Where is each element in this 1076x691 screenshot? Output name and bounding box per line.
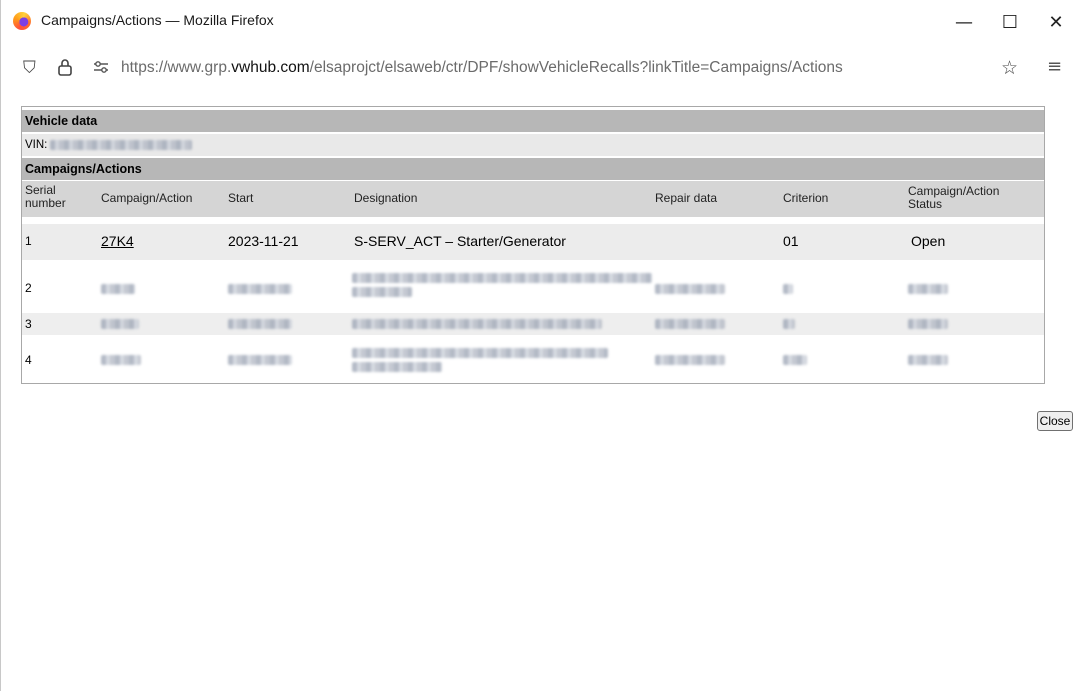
redacted-designation-2 <box>352 362 442 372</box>
url-prefix: https://www.grp. <box>121 59 232 76</box>
permissions-icon-svg <box>94 61 108 73</box>
permissions-icon[interactable] <box>93 60 109 78</box>
row-start: 2023-11-21 <box>228 233 299 249</box>
redacted-campaign <box>101 355 141 365</box>
table-row: 2 <box>22 265 1044 311</box>
vin-value-redacted <box>50 140 192 150</box>
row-serial: 1 <box>25 234 32 248</box>
col-campaign-action: Campaign/Action <box>101 191 193 205</box>
redacted-repair-data <box>655 319 725 329</box>
row-criterion: 01 <box>783 233 799 249</box>
redacted-designation-2 <box>352 287 412 297</box>
redacted-campaign <box>101 284 135 294</box>
url-domain: vwhub.com <box>231 59 310 76</box>
close-window-button[interactable]: ✕ <box>1033 8 1076 36</box>
redacted-start <box>228 319 292 329</box>
table-row: 1 27K4 2023-11-21 S-SERV_ACT – Starter/G… <box>22 224 1044 260</box>
col-serial-number: Serial number <box>25 183 66 210</box>
lock-icon[interactable] <box>57 58 73 81</box>
table-row: 4 <box>22 339 1044 379</box>
col-repair-data: Repair data <box>655 191 718 205</box>
vin-label: VIN: <box>25 139 48 151</box>
window-title-bar: Campaigns/Actions — Mozilla Firefox — ☐ … <box>1 0 1076 42</box>
redacted-designation <box>352 348 608 358</box>
redacted-start <box>228 284 292 294</box>
row-serial: 3 <box>25 317 32 331</box>
campaigns-header: Campaigns/Actions <box>22 158 1044 180</box>
redacted-campaign <box>101 319 139 329</box>
redacted-criterion <box>783 319 795 329</box>
redacted-criterion <box>783 355 807 365</box>
redacted-start <box>228 355 292 365</box>
close-button[interactable]: Close <box>1037 411 1073 431</box>
campaign-link-27k4[interactable]: 27K4 <box>101 233 134 249</box>
row-status: Open <box>911 233 946 249</box>
redacted-repair-data <box>655 284 725 294</box>
url-text[interactable]: https://www.grp.vwhub.com/elsaprojct/els… <box>121 59 843 77</box>
redacted-status <box>908 355 948 365</box>
bookmark-star-icon[interactable]: ☆ <box>1001 57 1018 79</box>
col-start: Start <box>228 191 254 205</box>
lock-icon-svg <box>58 59 72 76</box>
col-status: Campaign/Action Status <box>908 184 1000 211</box>
vin-row: VIN: <box>22 134 1044 156</box>
firefox-logo-icon <box>13 12 31 30</box>
redacted-status <box>908 284 948 294</box>
row-serial: 2 <box>25 281 32 295</box>
minimize-button[interactable]: — <box>941 8 987 36</box>
menu-icon[interactable]: ≡ <box>1047 56 1062 77</box>
table-header: Serial number Campaign/Action Start Desi… <box>22 181 1044 217</box>
redacted-criterion <box>783 284 793 294</box>
window-title: Campaigns/Actions — Mozilla Firefox <box>41 12 274 28</box>
table-row: 3 <box>22 313 1044 335</box>
redacted-designation <box>352 273 652 283</box>
redacted-designation <box>352 319 602 329</box>
page-content: Vehicle data VIN: Campaigns/Actions Seri… <box>1 90 1076 691</box>
url-suffix: /elsaprojct/elsaweb/ctr/DPF/showVehicleR… <box>309 59 843 76</box>
redacted-status <box>908 319 948 329</box>
maximize-button[interactable]: ☐ <box>987 8 1033 36</box>
row-serial: 4 <box>25 353 32 367</box>
address-bar[interactable]: ⛉ https://www.grp.vwhub.com/elsaprojct/e… <box>1 44 1076 90</box>
shield-icon[interactable]: ⛉ <box>23 58 36 78</box>
vehicle-data-header: Vehicle data <box>22 110 1044 132</box>
col-designation: Designation <box>354 191 418 205</box>
redacted-repair-data <box>655 355 725 365</box>
row-designation: S-SERV_ACT – Starter/Generator <box>354 233 566 249</box>
recalls-panel: Vehicle data VIN: Campaigns/Actions Seri… <box>21 106 1045 384</box>
col-criterion: Criterion <box>783 191 829 205</box>
